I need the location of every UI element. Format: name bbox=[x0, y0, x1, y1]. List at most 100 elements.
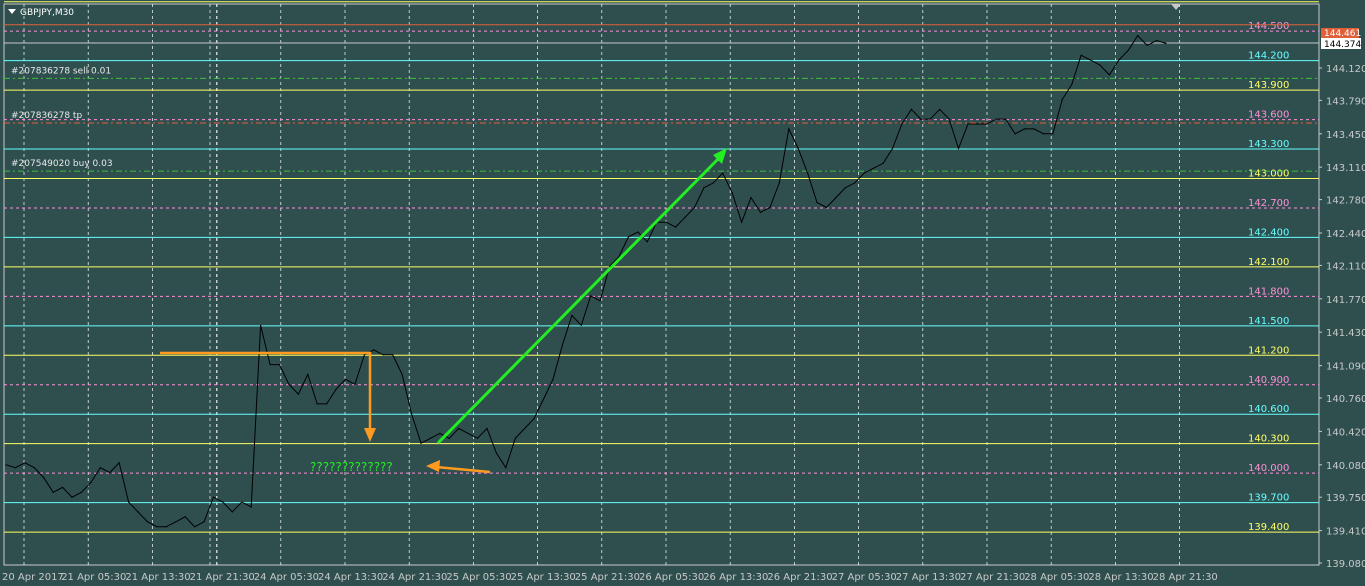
price-point bbox=[80, 491, 82, 493]
price-point bbox=[873, 167, 875, 169]
y-axis-label: 140.760 bbox=[1326, 394, 1365, 405]
price-chart[interactable]: 144.800 144.500 144.200 143.900 143.600 143.3… bbox=[0, 0, 1365, 586]
level-label: 142.700 bbox=[1248, 198, 1289, 209]
price-point bbox=[288, 383, 290, 385]
price-point bbox=[458, 427, 460, 429]
x-axis-label: 21 Apr 13:30 bbox=[125, 572, 190, 583]
level-label: 140.000 bbox=[1248, 463, 1289, 474]
price-point bbox=[212, 496, 215, 498]
price-point bbox=[741, 221, 743, 223]
price-point bbox=[825, 206, 828, 209]
x-axis-label: 26 Apr 13:30 bbox=[703, 572, 768, 583]
x-axis-label: 28 Apr 13:30 bbox=[1088, 572, 1153, 583]
price-point bbox=[71, 496, 73, 498]
price-point bbox=[665, 221, 667, 223]
x-axis-label: 26 Apr 05:30 bbox=[639, 572, 704, 583]
price-point bbox=[816, 202, 818, 204]
price-point bbox=[703, 187, 705, 189]
price-point bbox=[1165, 42, 1167, 45]
price-point bbox=[495, 452, 497, 454]
price-point bbox=[1127, 49, 1129, 51]
price-point bbox=[241, 501, 243, 503]
price-point bbox=[33, 467, 35, 469]
price-point bbox=[1005, 118, 1007, 120]
order-label: #207549020 buy 0.03 bbox=[11, 159, 113, 169]
price-point bbox=[543, 398, 545, 400]
price-point bbox=[571, 314, 573, 317]
price-point bbox=[5, 464, 7, 466]
price-point bbox=[1099, 64, 1101, 66]
x-axis-label: 24 Apr 05:30 bbox=[254, 572, 319, 583]
price-point bbox=[222, 501, 224, 503]
price-point bbox=[250, 506, 252, 508]
chart-background bbox=[0, 0, 1365, 586]
level-label: 139.400 bbox=[1248, 522, 1289, 533]
price-point bbox=[844, 187, 846, 189]
x-axis-label: 28 Apr 21:30 bbox=[1153, 572, 1218, 583]
price-point bbox=[316, 403, 318, 405]
price-point bbox=[967, 123, 969, 125]
level-label: 143.600 bbox=[1248, 110, 1289, 121]
price-point bbox=[52, 491, 54, 493]
level-label: 140.600 bbox=[1248, 404, 1289, 415]
price-point bbox=[184, 516, 186, 518]
price-point bbox=[137, 511, 139, 513]
order-label: #207836278 sell 0.01 bbox=[11, 66, 111, 76]
x-axis-label: 25 Apr 13:30 bbox=[511, 572, 576, 583]
price-point bbox=[1137, 35, 1139, 37]
y-axis-label: 142.440 bbox=[1326, 229, 1365, 240]
price-point bbox=[1023, 128, 1026, 130]
y-axis-label: 144.120 bbox=[1326, 64, 1365, 75]
y-axis-label: 139.750 bbox=[1326, 493, 1365, 504]
x-axis-label: 27 Apr 05:30 bbox=[832, 572, 897, 583]
price-point bbox=[1156, 39, 1158, 42]
chart-window[interactable]: 144.800 144.500 144.200 143.900 143.600 143.3… bbox=[0, 0, 1365, 586]
price-point bbox=[835, 197, 837, 199]
price-point bbox=[948, 118, 950, 120]
price-point bbox=[1061, 98, 1063, 100]
price-point bbox=[62, 486, 64, 488]
price-point bbox=[486, 427, 488, 429]
level-label: 142.100 bbox=[1248, 257, 1289, 268]
price-point bbox=[373, 349, 375, 351]
price-point bbox=[420, 442, 422, 444]
price-point bbox=[410, 413, 413, 415]
y-axis-label: 143.790 bbox=[1326, 96, 1365, 107]
price-point bbox=[278, 364, 281, 366]
price-point bbox=[128, 501, 130, 503]
price-point bbox=[297, 393, 299, 395]
level-label: 144.500 bbox=[1248, 21, 1289, 32]
level-label: 140.300 bbox=[1248, 434, 1289, 445]
price-point bbox=[363, 354, 365, 356]
price-point bbox=[260, 324, 262, 326]
price-point bbox=[712, 182, 714, 184]
price-point bbox=[976, 123, 979, 125]
y-axis-label: 139.080 bbox=[1326, 559, 1365, 570]
price-point bbox=[637, 231, 639, 233]
price-point bbox=[769, 206, 771, 209]
price-point bbox=[231, 511, 233, 513]
price-point bbox=[750, 197, 752, 199]
price-point bbox=[693, 206, 696, 209]
x-axis-label: 24 Apr 21:30 bbox=[382, 572, 447, 583]
level-label: 144.200 bbox=[1248, 51, 1289, 62]
x-axis-label: 28 Apr 05:30 bbox=[1024, 572, 1089, 583]
price-point bbox=[335, 388, 337, 390]
y-axis-label: 142.110 bbox=[1326, 261, 1365, 272]
price-point bbox=[627, 236, 630, 238]
price-point bbox=[326, 403, 328, 405]
x-axis-label: 25 Apr 21:30 bbox=[575, 572, 640, 583]
price-point bbox=[146, 521, 149, 523]
question-annotation: ????????????? bbox=[310, 460, 393, 474]
price-point bbox=[910, 108, 913, 110]
price-point bbox=[1052, 133, 1054, 135]
x-axis-label: 21 Apr 21:30 bbox=[190, 572, 255, 583]
price-point bbox=[429, 437, 431, 439]
price-point bbox=[165, 526, 167, 528]
price-point bbox=[392, 354, 394, 356]
x-axis-label: 24 Apr 13:30 bbox=[318, 572, 383, 583]
x-axis-label: 25 Apr 05:30 bbox=[446, 572, 511, 583]
price-point bbox=[854, 182, 856, 184]
price-point bbox=[1108, 74, 1110, 76]
price-point bbox=[1080, 54, 1082, 56]
